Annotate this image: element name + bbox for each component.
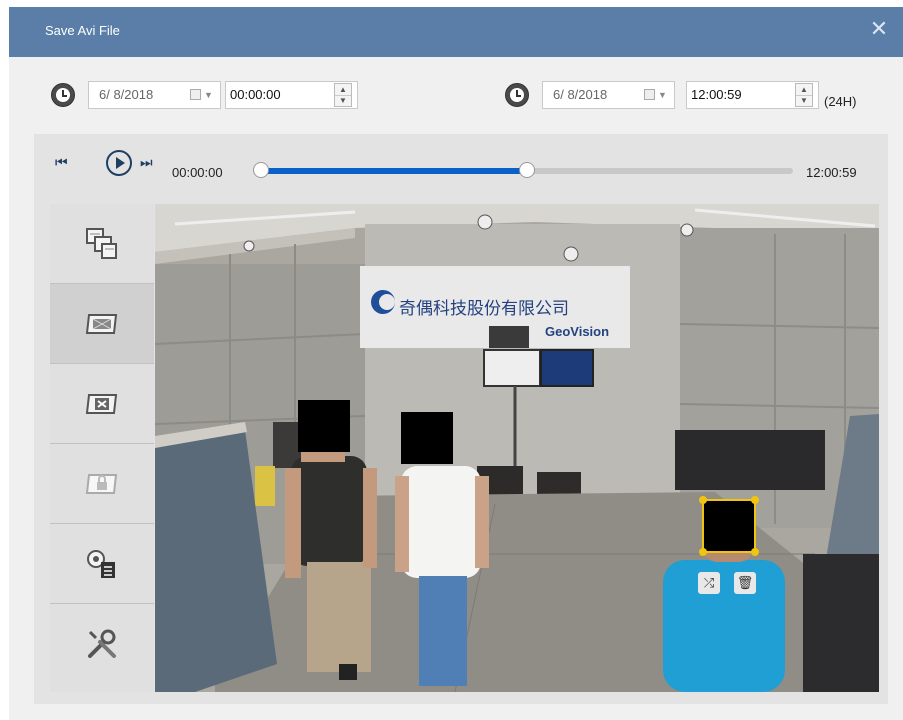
timeline-start-time: 00:00:00 — [172, 165, 223, 180]
tool-multi-view[interactable] — [50, 204, 154, 284]
company-sign-subtext: GeoVision — [545, 324, 609, 339]
end-time-spinner[interactable]: ▲ ▼ — [795, 83, 813, 107]
mask-resize-handle[interactable] — [751, 548, 759, 556]
start-time-spinner[interactable]: ▲ ▼ — [334, 83, 352, 107]
title-bar: Save Avi File ✕ — [9, 7, 903, 57]
save-avi-dialog: Save Avi File ✕ 6/ 8/2018 ▼ 00:00:00 ▲ ▼… — [9, 7, 903, 720]
range-start-handle[interactable] — [253, 162, 269, 178]
close-icon[interactable]: ✕ — [867, 17, 891, 41]
company-sign-text: 奇偶科技股份有限公司 — [399, 299, 569, 319]
tool-settings[interactable] — [50, 604, 154, 692]
office-scene-image: 奇偶科技股份有限公司 GeoVision — [155, 204, 879, 692]
camera-list-icon — [87, 550, 115, 578]
settings-tools-icon — [88, 629, 116, 658]
start-time-field[interactable]: 00:00:00 ▲ ▼ — [225, 81, 358, 109]
mask-resize-handle[interactable] — [699, 496, 707, 504]
next-frame-icon[interactable]: ⏭ — [140, 154, 153, 171]
time-format-hint: (24H) — [824, 94, 857, 109]
dialog-title: Save Avi File — [45, 23, 120, 38]
end-calendar-dropdown[interactable]: ▼ — [644, 88, 668, 102]
play-button[interactable] — [106, 150, 132, 176]
remove-mask-icon — [85, 394, 118, 414]
start-calendar-dropdown[interactable]: ▼ — [190, 88, 214, 102]
end-time-value: 12:00:59 — [691, 87, 742, 102]
play-icon — [116, 157, 125, 169]
tool-sidebar — [50, 204, 154, 692]
spin-down-icon[interactable]: ▼ — [335, 95, 351, 106]
lock-mask-icon — [85, 474, 118, 494]
timeline-track[interactable] — [253, 162, 793, 178]
calendar-icon — [190, 89, 201, 100]
end-date-value: 6/ 8/2018 — [553, 87, 608, 102]
tool-camera-list[interactable] — [50, 524, 154, 604]
timeline-end-time: 12:00:59 — [806, 165, 857, 180]
tool-remove-mask[interactable] — [50, 364, 154, 444]
video-preview[interactable]: 奇偶科技股份有限公司 GeoVision ⤮ 🗑 — [155, 204, 879, 692]
end-time-field[interactable]: 12:00:59 ▲ ▼ — [686, 81, 819, 109]
prev-frame-icon[interactable]: ⏮ — [55, 154, 68, 171]
range-end-handle[interactable] — [519, 162, 535, 178]
chevron-down-icon: ▼ — [204, 90, 213, 100]
mask-resize-handle[interactable] — [751, 496, 759, 504]
start-date-value: 6/ 8/2018 — [99, 87, 154, 102]
calendar-icon — [644, 89, 655, 100]
end-date-field[interactable]: 6/ 8/2018 ▼ — [542, 81, 675, 109]
tool-lock-mask[interactable] — [50, 444, 154, 524]
timeline-progress — [261, 168, 527, 174]
end-clock-icon[interactable] — [505, 83, 529, 107]
player-panel: ⏮ ⏭ 00:00:00 12:00:59 奇偶科技股份有限公司 GeoVisi… — [34, 134, 888, 704]
start-date-field[interactable]: 6/ 8/2018 ▼ — [88, 81, 221, 109]
delete-mask-icon[interactable]: 🗑 — [734, 572, 756, 594]
tool-privacy-mask[interactable] — [50, 284, 154, 364]
start-clock-icon[interactable] — [51, 83, 75, 107]
spin-down-icon[interactable]: ▼ — [796, 95, 812, 106]
start-time-value: 00:00:00 — [230, 87, 281, 102]
mask-resize-handle[interactable] — [699, 548, 707, 556]
chevron-down-icon: ▼ — [658, 90, 667, 100]
multi-view-icon — [86, 228, 117, 259]
shuffle-icon[interactable]: ⤮ — [698, 572, 720, 594]
privacy-mask-icon — [85, 314, 118, 334]
